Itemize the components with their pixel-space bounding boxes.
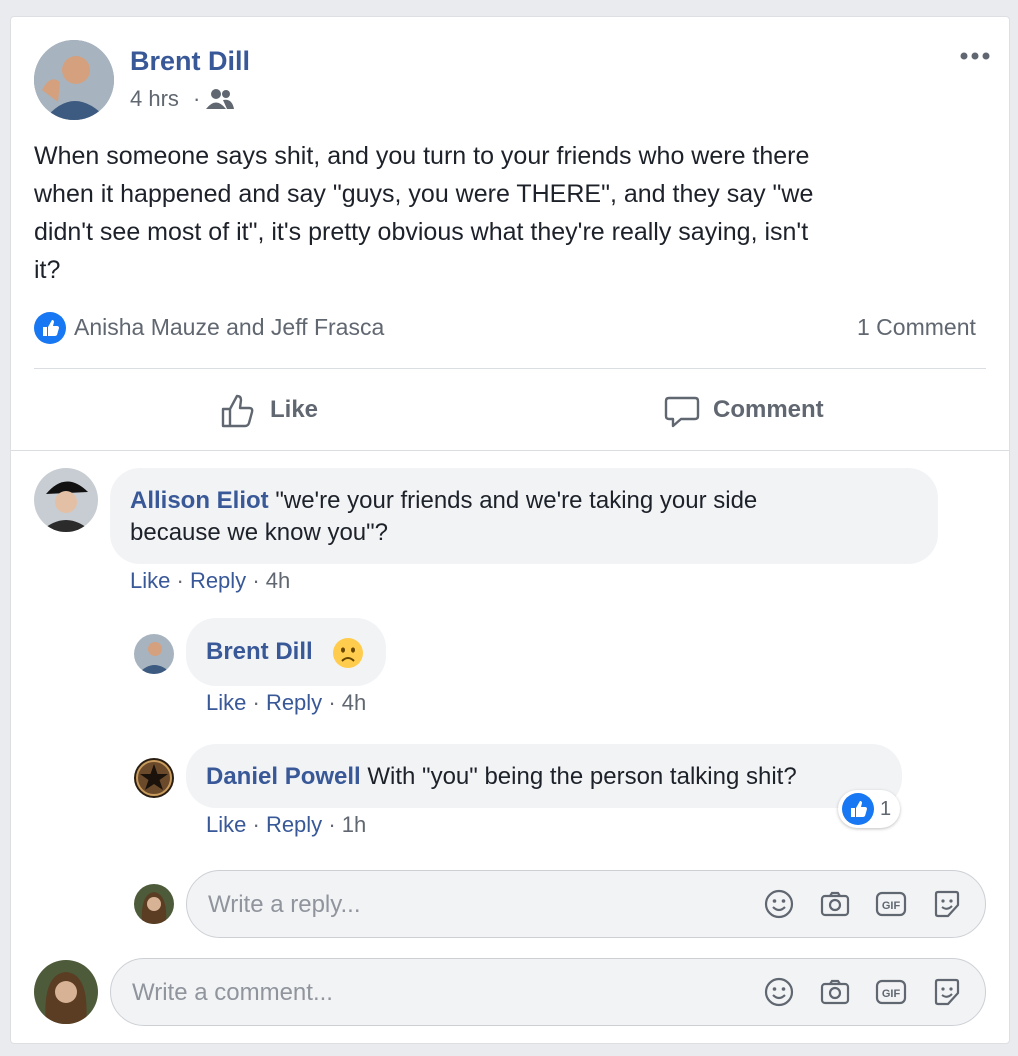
separator-dot: · [328,812,336,837]
separator-dot: · [252,812,260,837]
separator-dot: · [328,690,336,715]
reply-time[interactable]: 1h [342,812,366,837]
svg-text:GIF: GIF [882,988,901,1000]
post-text-line-1: When someone says shit, and you turn to … [34,142,810,170]
thumbs-up-icon [220,392,258,430]
more-horizontal-icon[interactable] [958,48,994,64]
comment-text-line-1: Allison Eliot "we're your friends and we… [130,487,757,515]
svg-text:GIF: GIF [882,900,901,912]
reaction-names[interactable]: Anisha Mauze and Jeff Frasca [74,314,384,341]
sticker-icon[interactable] [931,976,963,1008]
reply-like-link[interactable]: Like [206,690,246,715]
current-user-avatar [134,884,174,924]
reply-like-count: 1 [880,798,892,820]
reply-text-line: Daniel Powell With "you" being the perso… [206,763,797,791]
emoji-icon[interactable] [763,888,795,920]
reply-author[interactable]: Brent Dill [206,638,313,666]
comment-like-link[interactable]: Like [130,568,170,593]
current-user-avatar [34,960,98,1024]
comment-input[interactable]: Write a comment... GIF [110,958,986,1026]
gif-icon[interactable]: GIF [875,976,907,1008]
worried-face-emoji [332,637,364,669]
reply-input-placeholder: Write a reply... [208,891,361,918]
post-time[interactable]: 4 hrs [130,86,179,112]
comment-time[interactable]: 4h [266,568,290,593]
comment-author[interactable]: Allison Eliot [130,487,269,514]
reply-input[interactable]: Write a reply... GIF [186,870,986,938]
comment-bubble [110,468,938,564]
camera-icon[interactable] [819,976,851,1008]
comments-divider [11,450,1009,451]
friends-icon[interactable] [206,88,234,110]
reply-actions: Like · Reply · 1h [206,812,366,838]
post-text-line-3: didn't see most of it", it's pretty obvi… [34,218,809,246]
camera-icon[interactable] [819,888,851,920]
comment-button-label: Comment [713,396,824,423]
comment-actions: Like · Reply · 4h [130,568,290,594]
reply-text: With "you" being the person talking shit… [367,763,797,790]
reply-reply-link[interactable]: Reply [266,812,322,837]
post-text-line-2: when it happened and say "guys, you were… [34,180,814,208]
comment-input-placeholder: Write a comment... [132,979,333,1006]
divider [34,368,986,369]
comment-text-line-2: because we know you"? [130,519,389,546]
reply-time[interactable]: 4h [342,690,366,715]
reply-avatar[interactable] [134,758,174,798]
comment-text: "we're your friends and we're taking you… [275,487,758,514]
author-avatar[interactable] [34,40,114,120]
reply-reply-link[interactable]: Reply [266,690,322,715]
separator-dot: · [252,690,260,715]
sticker-icon[interactable] [931,888,963,920]
separator-dot: · [252,568,260,593]
like-button[interactable]: Like [200,384,350,438]
comment-reply-link[interactable]: Reply [190,568,246,593]
reply-actions: Like · Reply · 4h [206,690,366,716]
speech-bubble-icon [664,394,700,430]
comment-count[interactable]: 1 Comment [857,314,976,341]
reply-author[interactable]: Daniel Powell [206,763,361,790]
comment-button[interactable]: Comment [660,384,860,438]
reply-like-count-badge[interactable]: 1 [838,790,900,828]
separator-dot: · [193,86,201,111]
like-reaction-icon[interactable] [34,312,66,344]
separator-dot: · [176,568,184,593]
commenter-avatar[interactable] [34,468,98,532]
gif-icon[interactable]: GIF [875,888,907,920]
like-reaction-icon [842,793,874,825]
like-button-label: Like [270,396,319,423]
reply-avatar[interactable] [134,634,174,674]
post-text-line-4: it? [34,256,61,284]
emoji-icon[interactable] [763,976,795,1008]
author-name[interactable]: Brent Dill [130,46,250,77]
reply-like-link[interactable]: Like [206,812,246,837]
